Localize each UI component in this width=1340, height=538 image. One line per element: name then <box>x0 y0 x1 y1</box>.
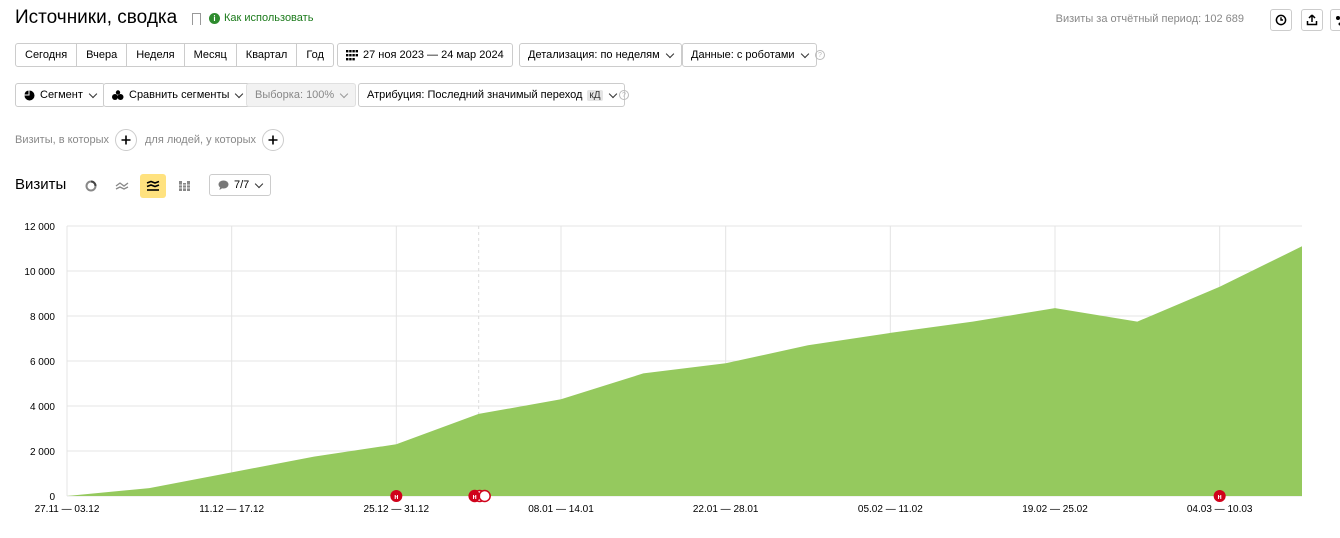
line-chart-icon <box>115 182 129 190</box>
annotation-marker-label: н <box>394 494 398 501</box>
compare-segments-label: Сравнить сегменты <box>129 89 230 101</box>
annotation-marker-label: н <box>473 494 477 501</box>
plus-icon <box>268 135 278 145</box>
period-yesterday-button[interactable]: Вчера <box>77 43 128 67</box>
y-tick-label: 8 000 <box>30 312 55 323</box>
sample-label: Выборка: 100% <box>255 89 335 101</box>
help-link[interactable]: i Как использовать <box>209 12 313 24</box>
x-tick-label: 11.12 — 17.12 <box>199 504 264 515</box>
chevron-down-icon <box>88 89 98 98</box>
attribution-dropdown[interactable]: Атрибуция: Последний значимый переход кД <box>358 83 625 107</box>
y-tick-label: 10 000 <box>24 267 55 278</box>
upload-icon <box>1306 14 1318 26</box>
filter-row: Визиты, в которых для людей, у которых <box>15 129 284 151</box>
detail-dropdown[interactable]: Детализация: по неделям <box>519 43 682 67</box>
history-button[interactable] <box>1270 9 1292 31</box>
help-link-label: Как использовать <box>224 12 314 24</box>
chart-type-pie[interactable] <box>78 174 104 198</box>
compare-segments-dropdown[interactable]: Сравнить сегменты <box>103 83 252 107</box>
sample-dropdown[interactable]: Выборка: 100% <box>246 83 357 107</box>
chart-type-line[interactable] <box>109 174 135 198</box>
x-tick-label: 22.01 — 28.01 <box>693 504 759 515</box>
chevron-down-icon <box>339 89 349 98</box>
y-tick-label: 2 000 <box>30 447 55 458</box>
share-icon <box>1336 16 1340 26</box>
plus-icon <box>121 135 131 145</box>
metrics-selector[interactable]: 7/7 <box>209 174 272 196</box>
x-tick-label: 04.03 — 10.03 <box>1187 504 1253 515</box>
visits-filter-label: Визиты, в которых <box>15 134 109 146</box>
pie-segment-icon <box>24 90 35 100</box>
data-mode-label: Данные: с роботами <box>691 49 795 61</box>
y-tick-label: 0 <box>49 492 55 503</box>
clock-icon <box>1275 14 1287 26</box>
area-chart-icon <box>146 180 160 191</box>
period-week-button[interactable]: Неделя <box>127 43 185 67</box>
segment-label: Сегмент <box>40 89 83 101</box>
bar-chart-icon <box>178 181 190 191</box>
date-range-picker[interactable]: 27 ноя 2023 — 24 мар 2024 <box>337 43 513 67</box>
period-quarter-button[interactable]: Квартал <box>236 43 298 67</box>
comment-icon <box>218 180 229 190</box>
segment-dropdown[interactable]: Сегмент <box>15 83 105 107</box>
metrics-counter: 7/7 <box>234 179 250 191</box>
y-tick-label: 4 000 <box>30 402 55 413</box>
people-filter-label: для людей, у которых <box>145 134 256 146</box>
annotation-marker-ring <box>478 489 491 503</box>
y-axis-labels: 0 2 000 4 000 6 000 8 000 10 000 12 000 <box>24 222 55 503</box>
share-button[interactable] <box>1330 9 1340 31</box>
attribution-label: Атрибуция: Последний значимый переход <box>367 89 583 101</box>
calendar-icon <box>346 49 358 60</box>
add-people-filter-button[interactable] <box>262 129 284 151</box>
compare-icon <box>112 89 124 100</box>
chevron-down-icon <box>608 89 617 98</box>
date-range-label: 27 ноя 2023 — 24 мар 2024 <box>363 49 504 61</box>
x-tick-label: 25.12 — 31.12 <box>364 504 430 515</box>
data-mode-dropdown[interactable]: Данные: с роботами <box>682 43 817 67</box>
period-year-button[interactable]: Год <box>297 43 334 67</box>
period-selector: Сегодня Вчера Неделя Месяц Квартал Год <box>15 43 334 67</box>
detail-label: Детализация: по неделям <box>528 49 660 61</box>
info-icon[interactable]: ? <box>619 90 629 100</box>
period-month-button[interactable]: Месяц <box>184 43 237 67</box>
info-icon[interactable]: ? <box>815 50 825 60</box>
x-tick-label: 08.01 — 14.01 <box>528 504 594 515</box>
chart-title: Визиты <box>15 176 67 193</box>
y-tick-label: 12 000 <box>24 222 55 233</box>
visits-area-chart: 0 2 000 4 000 6 000 8 000 10 000 12 000 27.11 … <box>24 222 1302 515</box>
chevron-down-icon <box>800 49 809 58</box>
chart-type-area[interactable] <box>140 174 166 198</box>
area-layer <box>67 246 1302 496</box>
x-tick-label: 19.02 — 25.02 <box>1022 504 1088 515</box>
pie-chart-icon <box>85 180 97 192</box>
chart-type-bar[interactable] <box>171 174 197 198</box>
annotation-marker-label: н <box>1218 494 1222 501</box>
attribution-badge: кД <box>587 89 603 101</box>
chevron-down-icon <box>255 179 264 188</box>
period-today-button[interactable]: Сегодня <box>15 43 78 67</box>
bookmark-icon[interactable] <box>192 13 201 26</box>
add-visit-filter-button[interactable] <box>115 129 137 151</box>
x-tick-label: 27.11 — 03.12 <box>35 504 100 515</box>
chevron-down-icon <box>665 49 674 58</box>
x-axis-labels: 27.11 — 03.12 11.12 — 17.12 25.12 — 31.12 0… <box>35 504 1253 515</box>
page-title: Источники, сводка <box>15 7 178 28</box>
export-button[interactable] <box>1301 9 1323 31</box>
info-icon: i <box>209 12 220 24</box>
chevron-down-icon <box>235 89 244 98</box>
y-tick-label: 6 000 <box>30 357 55 368</box>
visits-area-series <box>67 246 1302 496</box>
visits-total: Визиты за отчётный период: 102 689 <box>1055 13 1244 25</box>
x-tick-label: 05.02 — 11.02 <box>858 504 923 515</box>
